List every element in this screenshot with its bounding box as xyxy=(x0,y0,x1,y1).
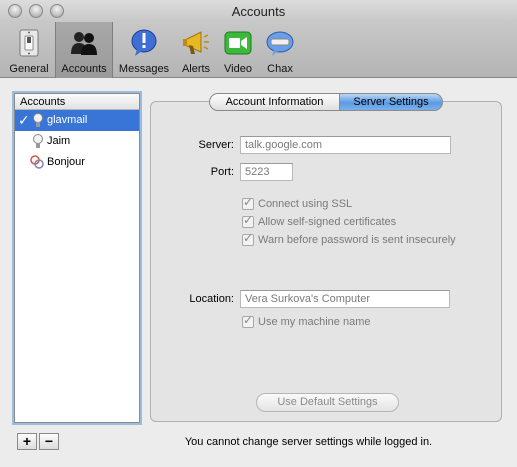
ssl-checkbox[interactable] xyxy=(242,195,254,210)
status-message: You cannot change server settings while … xyxy=(184,436,433,448)
add-account-button[interactable]: + xyxy=(17,433,37,450)
account-name: glavmail xyxy=(47,114,88,126)
preferences-window: Accounts General Accounts Messages Alert… xyxy=(0,0,517,467)
location-field[interactable]: Vera Surkova's Computer xyxy=(240,290,450,308)
account-row-jaim[interactable]: Jaim xyxy=(15,131,139,152)
accounts-list-header: Accounts xyxy=(15,94,139,110)
tab-server-settings[interactable]: Server Settings xyxy=(340,93,443,111)
title-bar: Accounts xyxy=(0,0,517,22)
megaphone-icon xyxy=(183,31,209,54)
window-title: Accounts xyxy=(231,4,286,19)
bonjour-icon xyxy=(30,155,44,169)
account-name: Jaim xyxy=(47,135,71,147)
location-label: Location: xyxy=(189,293,234,305)
toolbar-general-label: General xyxy=(9,63,49,75)
people-icon xyxy=(71,32,97,55)
lightbulb-icon xyxy=(33,113,43,127)
checkmark-icon: ✓ xyxy=(18,112,30,128)
warn-password-checkbox[interactable] xyxy=(242,231,254,246)
light-switch-icon xyxy=(19,29,39,57)
lightbulb-icon xyxy=(33,134,43,148)
self-signed-checkbox-label: Allow self-signed certificates xyxy=(258,216,397,228)
server-label: Server: xyxy=(198,139,234,151)
toolbar-alerts-label: Alerts xyxy=(181,63,211,75)
toolbar-messages-label: Messages xyxy=(118,63,170,75)
speech-bubble-icon xyxy=(131,29,157,56)
toolbar-alerts[interactable]: Alerts xyxy=(176,22,216,78)
toolbar-messages[interactable]: Messages xyxy=(116,22,172,78)
accounts-list[interactable]: Accounts ✓ glavmail Jaim Bonjour xyxy=(14,93,140,423)
toolbar-chax-label: Chax xyxy=(267,63,293,75)
use-machine-name-label: Use my machine name xyxy=(258,316,371,328)
toolbar-chax[interactable]: Chax xyxy=(260,22,300,78)
toolbar-video[interactable]: Video xyxy=(219,22,257,78)
account-name: Bonjour xyxy=(47,156,85,168)
port-label: Port: xyxy=(210,166,234,178)
account-row-bonjour[interactable]: Bonjour xyxy=(15,152,139,173)
chax-icon xyxy=(266,31,294,56)
toolbar-accounts[interactable]: Accounts xyxy=(55,22,113,78)
use-default-settings-button[interactable]: Use Default Settings xyxy=(256,393,399,412)
toolbar: General Accounts Messages Alerts Video C… xyxy=(0,22,517,78)
video-camera-icon xyxy=(224,31,252,55)
tab-account-information[interactable]: Account Information xyxy=(209,93,340,111)
ssl-checkbox-label: Connect using SSL xyxy=(258,198,353,210)
tab-bar: Account Information Server Settings xyxy=(209,93,443,111)
toolbar-video-label: Video xyxy=(224,63,252,75)
toolbar-general[interactable]: General xyxy=(6,22,52,78)
use-machine-name-checkbox[interactable] xyxy=(242,313,254,328)
warn-password-checkbox-label: Warn before password is sent insecurely xyxy=(258,234,456,246)
account-row-glavmail[interactable]: ✓ glavmail xyxy=(15,110,139,131)
server-field[interactable]: talk.google.com xyxy=(240,136,451,154)
self-signed-checkbox[interactable] xyxy=(242,213,254,228)
port-field[interactable]: 5223 xyxy=(240,163,293,181)
toolbar-accounts-label: Accounts xyxy=(61,63,107,75)
remove-account-button[interactable]: − xyxy=(39,433,59,450)
